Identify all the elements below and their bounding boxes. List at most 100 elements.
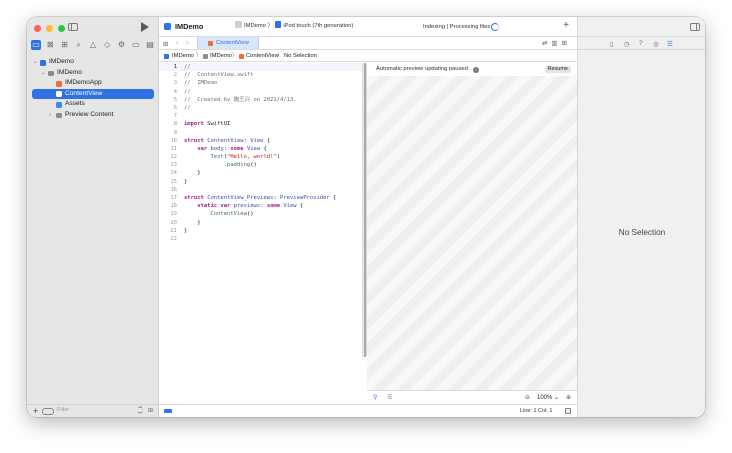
history-inspector-icon[interactable]: ◷ (624, 40, 630, 48)
attributes-inspector-icon[interactable]: ☰ (667, 40, 673, 48)
breakpoint-icon[interactable]: ▭ (131, 40, 141, 50)
zoom-window-button[interactable] (58, 25, 65, 32)
scrollbar[interactable] (364, 63, 366, 357)
sidebar-right-icon[interactable] (690, 23, 700, 31)
zoom-in-icon[interactable]: ⊕ (566, 391, 571, 405)
report-icon[interactable]: ▤ (145, 40, 155, 50)
filter-field[interactable]: Filter (42, 407, 124, 415)
zoom-level[interactable]: 100% ⌄ (537, 391, 559, 405)
related-items-icon[interactable]: ⊞ (163, 40, 168, 48)
code-line[interactable]: 5 // Created by 施王兴 on 2022/4/13. (159, 96, 362, 104)
code-line[interactable]: 15} (159, 178, 362, 186)
code-line[interactable]: 22 (159, 235, 362, 243)
jumpbar-group[interactable]: IMDemo (210, 50, 232, 62)
code-line[interactable]: 10 struct ContentView: View { (159, 137, 362, 145)
folder-icon[interactable]: ▭ (31, 40, 41, 50)
pin-icon[interactable]: ⚲ (373, 391, 377, 405)
tree-item-imdemo[interactable]: ⌄ IMDemo (27, 68, 159, 79)
code-line[interactable]: 7 (159, 112, 362, 120)
code-line[interactable]: 13 .padding() (159, 161, 362, 169)
minimize-window-button[interactable] (46, 25, 53, 32)
code-line[interactable]: 2 // ContentView.swift (159, 71, 362, 79)
tree-item-imdemoapp[interactable]: IMDemoApp (27, 78, 159, 89)
project-icon (164, 53, 169, 59)
help-inspector-icon[interactable]: ? (639, 40, 643, 47)
jumpbar-file[interactable]: ContentView (246, 50, 279, 62)
tab-contentview[interactable]: ContentView (197, 37, 259, 49)
debug-icon[interactable]: ⚙ (117, 40, 127, 50)
layout-icon[interactable] (565, 408, 571, 414)
chevron-down-icon[interactable]: ⌄ (41, 68, 46, 79)
jumpbar-symbol[interactable]: No Selection (284, 50, 317, 62)
code-line[interactable]: 9 (159, 129, 362, 137)
breakpoints-toggle-icon[interactable] (164, 409, 172, 413)
editor-options-icons[interactable]: ⇄▥⊞ (542, 39, 571, 47)
code-token: View (283, 203, 297, 210)
line-number: 5 (173, 96, 177, 103)
resume-button[interactable]: Resume (544, 66, 571, 73)
recent-files-icon[interactable]: ⌚ ⊞ (137, 407, 154, 414)
code-line[interactable]: 6 // (159, 104, 362, 112)
forward-icon[interactable]: › (186, 38, 189, 47)
scheme-name[interactable]: IMDemo (244, 23, 266, 29)
code-line[interactable]: 14 } (159, 169, 362, 177)
code-line[interactable]: 1 // (159, 63, 362, 72)
play-icon[interactable] (141, 22, 149, 32)
close-window-button[interactable] (34, 25, 41, 32)
add-file-button[interactable]: + (33, 406, 38, 416)
file-inspector-icon[interactable]: ▯ (610, 40, 614, 48)
code-line[interactable]: 17 struct ContentView_Previews: PreviewPr… (159, 194, 362, 202)
source-control-icon[interactable]: ⊠ (45, 40, 55, 50)
swift-file-icon (208, 41, 213, 46)
jump-bar: IMDemo 〉 IMDemo 〉 ContentView 〉 No Selec… (159, 50, 577, 62)
tree-item-assets[interactable]: Assets (27, 99, 159, 110)
line-number: 20 (170, 219, 177, 226)
code-line[interactable]: 3 // IMDemo (159, 79, 362, 87)
code-line[interactable]: 4 // (159, 88, 362, 96)
jumpbar-project[interactable]: IMDemo (172, 50, 194, 62)
identity-inspector-icon[interactable]: ◎ (653, 40, 659, 48)
code-line[interactable]: 12 Text("Hello, world!") (159, 153, 362, 161)
library-add-button[interactable]: + (563, 20, 569, 31)
tree-item-contentview[interactable]: ContentView (32, 88, 154, 100)
activity-status: Indexing | Processing files (423, 24, 491, 30)
code-line[interactable]: 20 } (159, 219, 362, 227)
tree-item-label: IMDemo (49, 58, 74, 65)
navigator-sidebar: ▭ ⊠ ⊞ ⌕ △ ◇ ⚙ ▭ ▤ ⌄ IMDemo ⌄ IMDemo IMDemoAp… (27, 17, 159, 417)
code-line[interactable]: 19 ContentView() (159, 210, 362, 218)
code-token: some (266, 203, 281, 210)
tree-item-preview-content[interactable]: › Preview Content (27, 110, 159, 121)
zoom-out-icon[interactable]: ⊖ (525, 391, 530, 405)
progress-spinner-icon (491, 23, 499, 31)
symbol-icon[interactable]: ⊞ (60, 40, 70, 50)
xcode-window: ▭ ⊠ ⊞ ⌕ △ ◇ ⚙ ▭ ▤ ⌄ IMDemo ⌄ IMDemo IMDemoAp… (27, 17, 705, 417)
info-icon[interactable]: i (473, 66, 479, 73)
code-line[interactable]: 18 static var previews: some View { (159, 202, 362, 210)
code-token: () (246, 211, 254, 218)
device-name[interactable]: iPod touch (7th generation) (283, 23, 353, 29)
tree-item-label: Assets (65, 100, 85, 108)
tree-item-imdemo[interactable]: ⌄ IMDemo (27, 57, 159, 68)
find-icon[interactable]: ⌕ (74, 40, 84, 50)
filter-options-icon[interactable] (42, 408, 54, 415)
back-icon[interactable]: ‹ (176, 38, 179, 47)
variants-icon[interactable]: ☰ (387, 391, 392, 405)
code-token: ContentView (210, 211, 247, 218)
code-line[interactable]: 8 import SwiftUI (159, 120, 362, 128)
code-token: { (260, 145, 267, 152)
code-line[interactable]: 21} (159, 227, 362, 235)
test-icon[interactable]: ◇ (102, 40, 112, 50)
sidebar-left-icon[interactable] (68, 23, 78, 31)
code-token: SwiftUI (203, 121, 231, 128)
chevron-down-icon[interactable]: ⌄ (33, 57, 38, 68)
source-editor[interactable]: 1 // 2 // ContentView.swift 3 // IMDemo 4 // 5 //… (159, 63, 362, 357)
warning-icon[interactable]: △ (88, 40, 98, 50)
line-number: 2 (173, 72, 177, 79)
code-line[interactable]: 11 var body: some View { (159, 145, 362, 153)
code-line[interactable]: 16 (159, 186, 362, 194)
chevron-right-icon[interactable]: › (49, 110, 51, 121)
code-text: .padding() (184, 161, 257, 169)
line-number: 7 (173, 113, 177, 120)
code-token: PreviewProvider (280, 195, 330, 201)
